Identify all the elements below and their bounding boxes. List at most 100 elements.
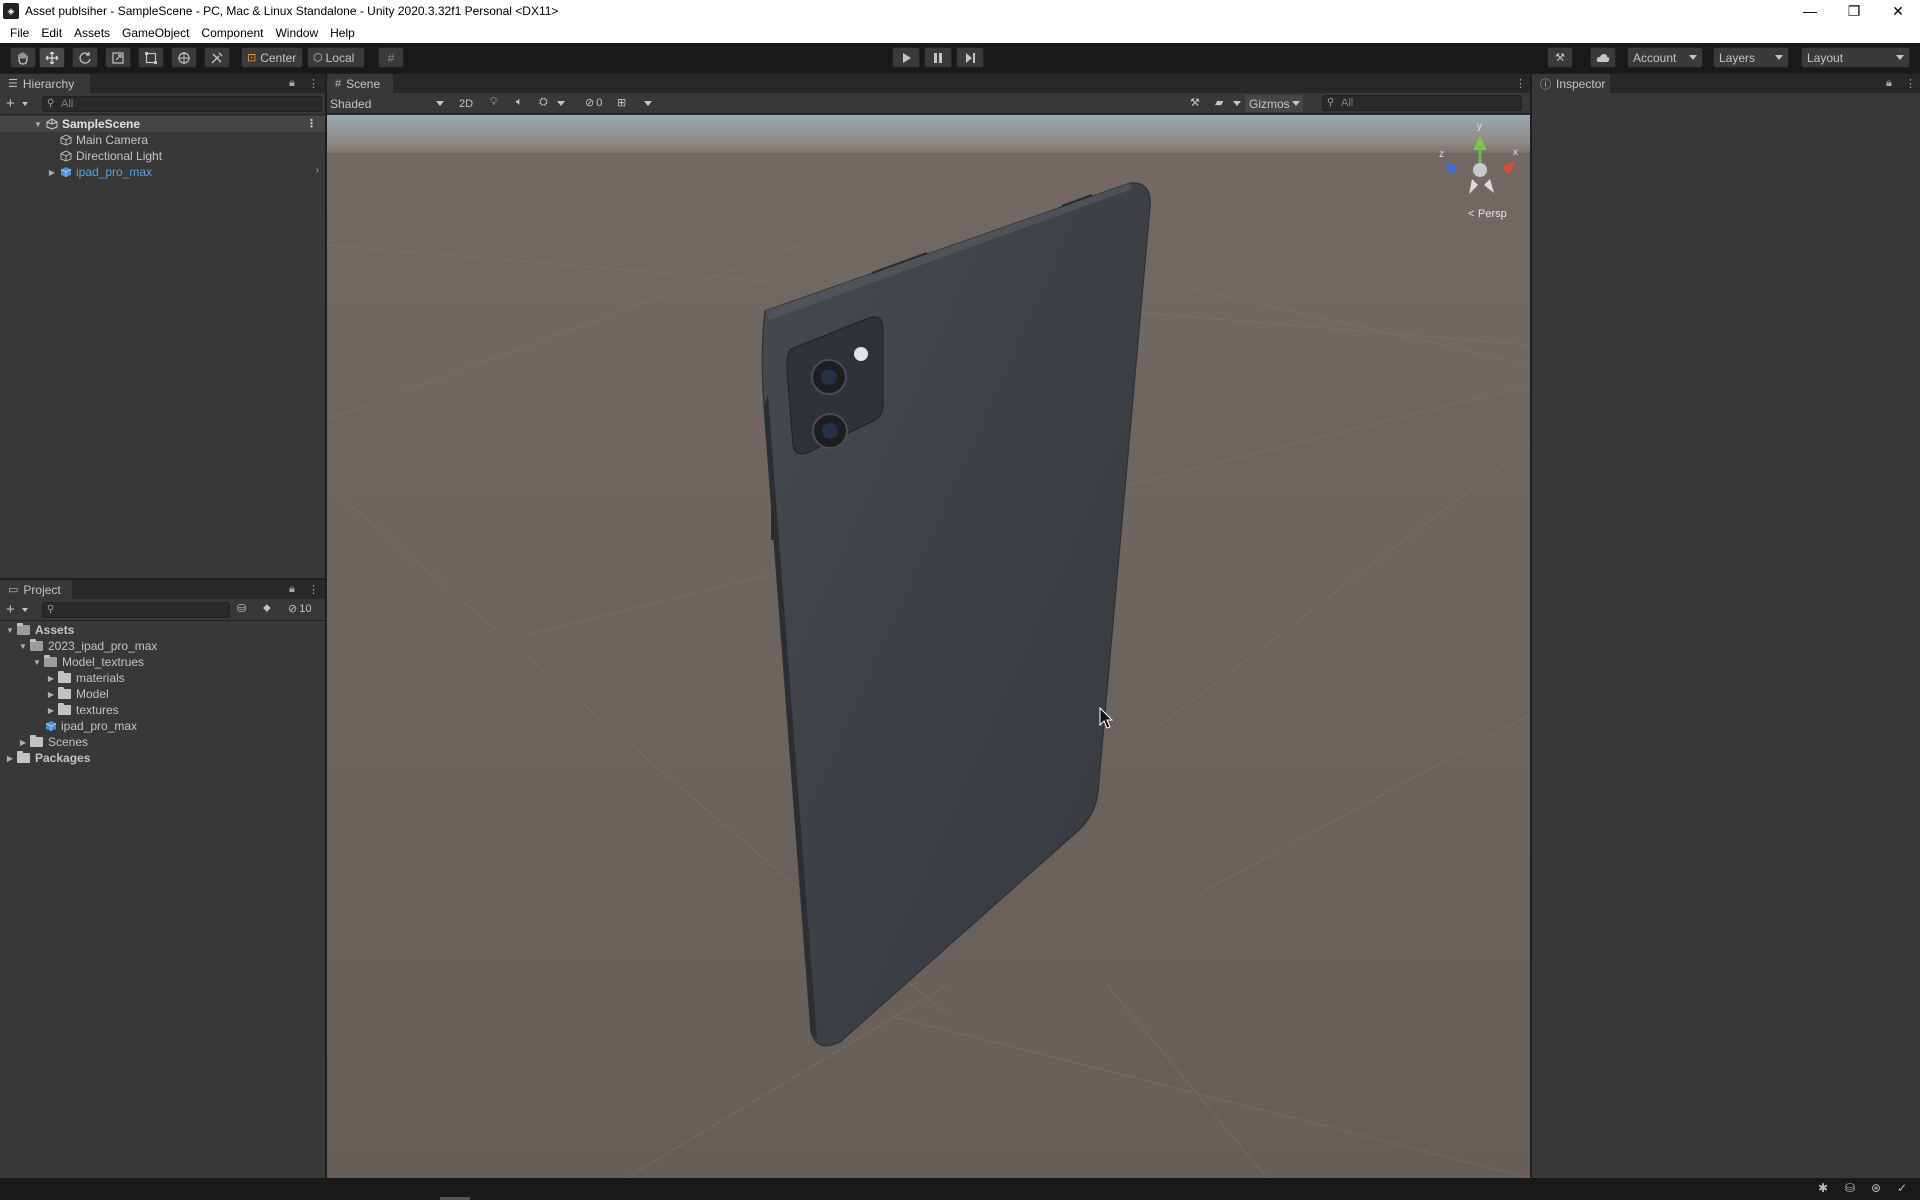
panel-menu-icon[interactable]: ⋮ xyxy=(1515,77,1526,90)
pivot-mode-button[interactable]: ⊡ Center xyxy=(241,47,303,68)
panel-menu-icon[interactable]: ⋮ xyxy=(308,77,319,90)
expand-down-icon[interactable]: ▼ xyxy=(18,641,28,651)
project-folder-textures[interactable]: ▶ textures xyxy=(0,702,325,718)
cloud-button[interactable] xyxy=(1590,47,1616,68)
effects-toggle-icon[interactable]: ⛭ xyxy=(539,96,548,109)
expand-down-icon[interactable]: ▼ xyxy=(33,119,43,129)
menu-assets[interactable]: Assets xyxy=(68,26,116,40)
scene-menu-icon[interactable]: ⋮ xyxy=(306,117,317,130)
hierarchy-item-directional-light[interactable]: Directional Light xyxy=(0,148,325,164)
rect-tool-button[interactable] xyxy=(138,47,164,68)
chevron-down-icon[interactable] xyxy=(22,608,28,612)
hand-tool-button[interactable] xyxy=(10,47,36,68)
cache-server-icon[interactable]: ⛁ xyxy=(1845,1181,1855,1195)
filter-by-type-icon[interactable]: ⛁ xyxy=(237,602,246,615)
tab-scene[interactable]: # Scene xyxy=(327,74,393,93)
move-tool-button[interactable] xyxy=(39,47,65,68)
panel-menu-icon[interactable]: ⋮ xyxy=(308,583,319,596)
scene-viewport[interactable]: y x z < Persp xyxy=(327,115,1530,1178)
create-button[interactable]: + xyxy=(6,96,15,111)
expand-down-icon[interactable]: ▼ xyxy=(5,625,15,635)
chevron-down-icon[interactable] xyxy=(644,101,652,106)
lock-icon[interactable]: 🔒︎ xyxy=(289,583,295,596)
expand-right-icon[interactable]: ▶ xyxy=(46,673,56,683)
transform-tool-button[interactable] xyxy=(171,47,197,68)
menu-gameobject[interactable]: GameObject xyxy=(116,26,195,40)
toggle-2d-label: 2D xyxy=(458,97,474,110)
project-folder-assets[interactable]: ▼ Assets xyxy=(0,622,325,638)
project-folder-2023-ipad-pro-max[interactable]: ▼ 2023_ipad_pro_max xyxy=(0,638,325,654)
layers-label: Layers xyxy=(1719,50,1756,65)
step-button[interactable] xyxy=(956,47,984,68)
close-button[interactable]: ✕ xyxy=(1876,0,1920,22)
minimize-button[interactable]: — xyxy=(1788,0,1832,22)
debug-icon[interactable]: ✱ xyxy=(1818,1181,1828,1195)
hidden-packages-toggle[interactable]: ⊘ 10 xyxy=(288,602,311,616)
project-folder-model-textrues[interactable]: ▼ Model_textrues xyxy=(0,654,325,670)
expand-right-icon[interactable]: ▶ xyxy=(47,167,57,177)
tab-hierarchy[interactable]: ☰ Hierarchy xyxy=(0,74,90,93)
expand-right-icon[interactable]: ▶ xyxy=(5,753,15,763)
project-folder-materials[interactable]: ▶ materials xyxy=(0,670,325,686)
shading-mode-dropdown[interactable]: Shaded xyxy=(330,95,448,112)
restore-button[interactable]: ❐ xyxy=(1832,0,1876,22)
panel-menu-icon[interactable]: ⋮ xyxy=(1905,77,1916,90)
expand-down-icon[interactable]: ▼ xyxy=(32,657,42,667)
expand-right-icon[interactable]: ▶ xyxy=(46,705,56,715)
menu-edit[interactable]: Edit xyxy=(35,26,68,40)
hierarchy-search-input[interactable]: ⚲ All xyxy=(42,96,322,112)
menu-help[interactable]: Help xyxy=(324,26,361,40)
menu-file[interactable]: File xyxy=(4,26,35,40)
scale-tool-button[interactable] xyxy=(105,47,131,68)
collab-button[interactable]: ⚒ xyxy=(1547,47,1573,68)
lock-icon[interactable]: 🔒︎ xyxy=(1886,77,1892,90)
hidden-objects-toggle[interactable]: ⊘ 0 xyxy=(585,96,602,110)
gizmo-axis-x: x xyxy=(1513,147,1518,158)
project-folder-scenes[interactable]: ▶ Scenes xyxy=(0,734,325,750)
pause-button[interactable] xyxy=(924,47,952,68)
create-button[interactable]: + xyxy=(6,602,15,617)
camera-icon[interactable]: ▰ xyxy=(1215,96,1223,109)
toggle-2d-button[interactable]: 2D xyxy=(453,95,479,112)
project-search-input[interactable]: ⚲ xyxy=(42,602,230,618)
tab-inspector[interactable]: ⓘ Inspector xyxy=(1532,74,1610,93)
menu-window[interactable]: Window xyxy=(269,26,324,40)
play-button[interactable] xyxy=(892,47,920,68)
gizmos-dropdown[interactable]: Gizmos xyxy=(1245,95,1303,112)
projection-icon[interactable]: < xyxy=(1468,208,1474,220)
rotate-tool-button[interactable] xyxy=(72,47,98,68)
chevron-down-icon[interactable] xyxy=(22,102,28,106)
layout-dropdown[interactable]: Layout xyxy=(1801,47,1910,68)
project-asset-ipad-pro-max[interactable]: ipad_pro_max xyxy=(0,718,325,734)
grid-snap-button[interactable]: # xyxy=(378,47,404,68)
hierarchy-item-ipad-pro-max[interactable]: ▶ ipad_pro_max › xyxy=(0,164,325,180)
chevron-down-icon[interactable] xyxy=(1233,101,1241,106)
scene-render: y x z < Persp xyxy=(327,115,1530,1178)
account-dropdown[interactable]: Account xyxy=(1627,47,1703,68)
pivot-rotation-button[interactable]: ⬡ Local xyxy=(307,47,365,68)
project-folder-model[interactable]: ▶ Model xyxy=(0,686,325,702)
project-folder-packages[interactable]: ▶ Packages xyxy=(0,750,325,766)
menu-component[interactable]: Component xyxy=(195,26,269,40)
filter-by-label-icon[interactable]: ⬥ xyxy=(263,602,271,615)
chevron-down-icon[interactable] xyxy=(557,101,565,106)
layers-dropdown[interactable]: Layers xyxy=(1713,47,1789,68)
folder-label: Model_textrues xyxy=(62,655,145,669)
tab-project[interactable]: ▭ Project xyxy=(0,580,72,599)
menu-bar: File Edit Assets GameObject Component Wi… xyxy=(0,22,1920,43)
audio-toggle-icon[interactable]: 🔈︎ xyxy=(516,96,523,109)
lighting-toggle-icon[interactable]: 💡︎ xyxy=(490,96,498,109)
lock-icon[interactable]: 🔒︎ xyxy=(289,77,295,90)
expand-right-icon[interactable]: ▶ xyxy=(18,737,28,747)
hierarchy-item-main-camera[interactable]: Main Camera xyxy=(0,132,325,148)
expand-right-icon[interactable]: ▶ xyxy=(46,689,56,699)
grid-toggle-icon[interactable]: ⊞ xyxy=(617,96,626,109)
checkmark-icon[interactable]: ✓ xyxy=(1897,1181,1907,1195)
projection-label[interactable]: Persp xyxy=(1478,208,1507,220)
chevron-right-icon[interactable]: › xyxy=(316,165,319,176)
auto-generate-lighting-icon[interactable]: ⊛ xyxy=(1871,1181,1881,1195)
scene-search-input[interactable]: ⚲ All xyxy=(1322,95,1522,111)
tools-icon[interactable]: ⚒ xyxy=(1190,96,1200,109)
custom-tool-button[interactable] xyxy=(204,47,230,68)
scene-row[interactable]: ▼ SampleScene ⋮ xyxy=(0,116,325,132)
